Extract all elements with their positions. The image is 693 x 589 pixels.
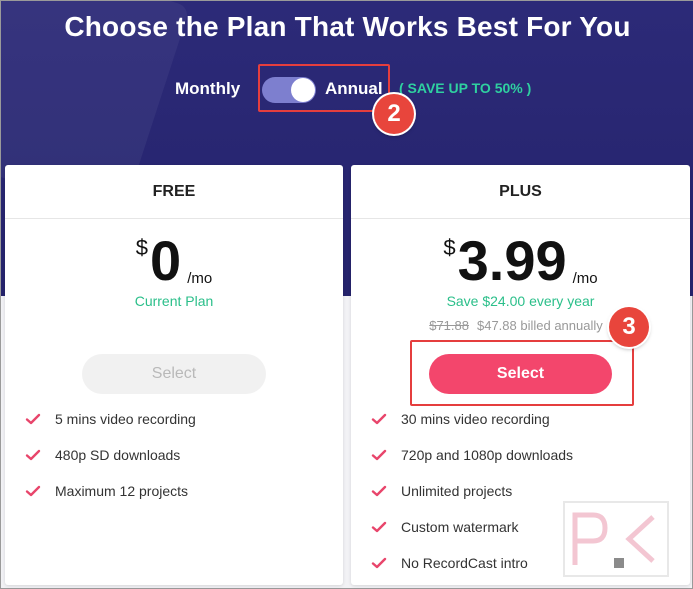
- list-item: Maximum 12 projects: [5, 473, 343, 509]
- toggle-highlight-box: [258, 64, 390, 112]
- list-item: 720p and 1080p downloads: [351, 437, 690, 473]
- check-icon: [25, 413, 41, 425]
- check-icon: [371, 557, 387, 569]
- currency-symbol: $: [443, 235, 456, 260]
- monthly-label[interactable]: Monthly: [175, 79, 240, 99]
- watermark-logo: [563, 501, 669, 577]
- feature-text: Custom watermark: [401, 519, 519, 535]
- feature-text: 30 mins video recording: [401, 411, 550, 427]
- plan-card-free: FREE $ 0 /mo Current Plan Select 5 mins …: [5, 165, 343, 585]
- free-select-button[interactable]: Select: [82, 354, 266, 394]
- check-icon: [25, 485, 41, 497]
- billed-annually: $47.88 billed annually: [476, 318, 603, 333]
- price-period: /mo: [187, 270, 213, 287]
- currency-symbol: $: [135, 235, 149, 260]
- plan-name: FREE: [5, 165, 343, 219]
- feature-text: No RecordCast intro: [401, 555, 528, 571]
- check-icon: [371, 413, 387, 425]
- billing-detail: $71.88 $47.88 billed annually: [391, 318, 641, 333]
- price-period: /mo: [572, 270, 598, 287]
- list-item: 480p SD downloads: [5, 437, 343, 473]
- plan-name: PLUS: [351, 165, 690, 219]
- save-note: ( SAVE UP TO 50% ): [399, 80, 532, 96]
- price-block: $ 3.99 /mo: [351, 233, 690, 289]
- price-amount: 0: [150, 229, 182, 292]
- feature-text: 480p SD downloads: [55, 447, 181, 463]
- original-price: $71.88: [429, 318, 469, 333]
- watermark-logo-icon: [572, 512, 655, 568]
- step-badge-2: 2: [374, 94, 414, 134]
- check-icon: [371, 485, 387, 497]
- feature-text: 5 mins video recording: [55, 411, 196, 427]
- feature-list: 5 mins video recording 480p SD downloads…: [5, 401, 343, 509]
- step-badge-3: 3: [609, 307, 649, 347]
- check-icon: [371, 521, 387, 533]
- list-item: 5 mins video recording: [5, 401, 343, 437]
- price-amount: 3.99: [457, 229, 567, 292]
- current-plan-label: Current Plan: [134, 293, 214, 309]
- select-highlight-box: [410, 340, 634, 406]
- check-icon: [25, 449, 41, 461]
- feature-text: Maximum 12 projects: [55, 483, 189, 499]
- check-icon: [371, 449, 387, 461]
- feature-text: 720p and 1080p downloads: [401, 447, 574, 463]
- savings-note: Save $24.00 every year: [446, 293, 595, 309]
- price-block: $ 0 /mo: [5, 233, 343, 289]
- page-title: Choose the Plan That Works Best For You: [64, 11, 631, 42]
- feature-text: Unlimited projects: [401, 483, 513, 499]
- list-item: 30 mins video recording: [351, 401, 690, 437]
